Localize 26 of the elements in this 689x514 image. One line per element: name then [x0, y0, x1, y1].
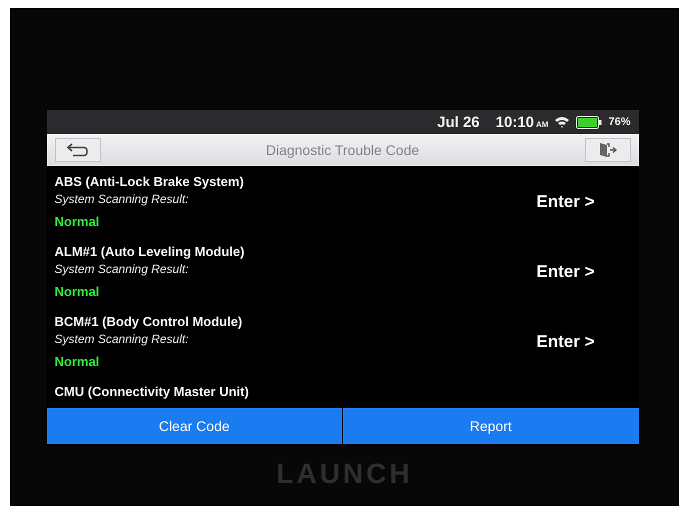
enter-button[interactable]: Enter >	[536, 332, 594, 352]
status-ampm: AM	[536, 120, 548, 128]
action-button[interactable]: Clear Code	[46, 408, 342, 444]
screen-title: Diagnostic Trouble Code	[266, 142, 420, 158]
result-label: System Scanning Result:	[54, 262, 190, 276]
back-button[interactable]	[54, 138, 100, 162]
wifi-icon	[554, 116, 570, 128]
action-button[interactable]: Report	[343, 408, 638, 444]
result-label: System Scanning Result:	[54, 332, 190, 346]
system-name: CMU (Connectivity Master Unit)	[54, 384, 249, 399]
back-arrow-icon	[66, 143, 88, 157]
result-status: Normal	[54, 354, 100, 369]
result-status: Normal	[54, 284, 100, 299]
system-name: ALM#1 (Auto Leveling Module)	[54, 244, 244, 259]
status-time: 10:10	[496, 114, 534, 130]
exit-door-icon	[598, 142, 618, 158]
battery-percent: 76%	[608, 116, 630, 128]
battery-icon	[576, 116, 602, 128]
result-label: System Scanning Result:	[54, 192, 190, 206]
enter-button[interactable]: Enter >	[536, 262, 594, 282]
result-status: Normal	[54, 214, 100, 229]
enter-button[interactable]: Enter >	[536, 192, 594, 212]
system-name: BCM#1 (Body Control Module)	[54, 314, 242, 329]
exit-button[interactable]	[584, 138, 630, 162]
system-name: ABS (Anti-Lock Brake System)	[54, 174, 244, 189]
status-date: Jul 26	[437, 114, 480, 130]
